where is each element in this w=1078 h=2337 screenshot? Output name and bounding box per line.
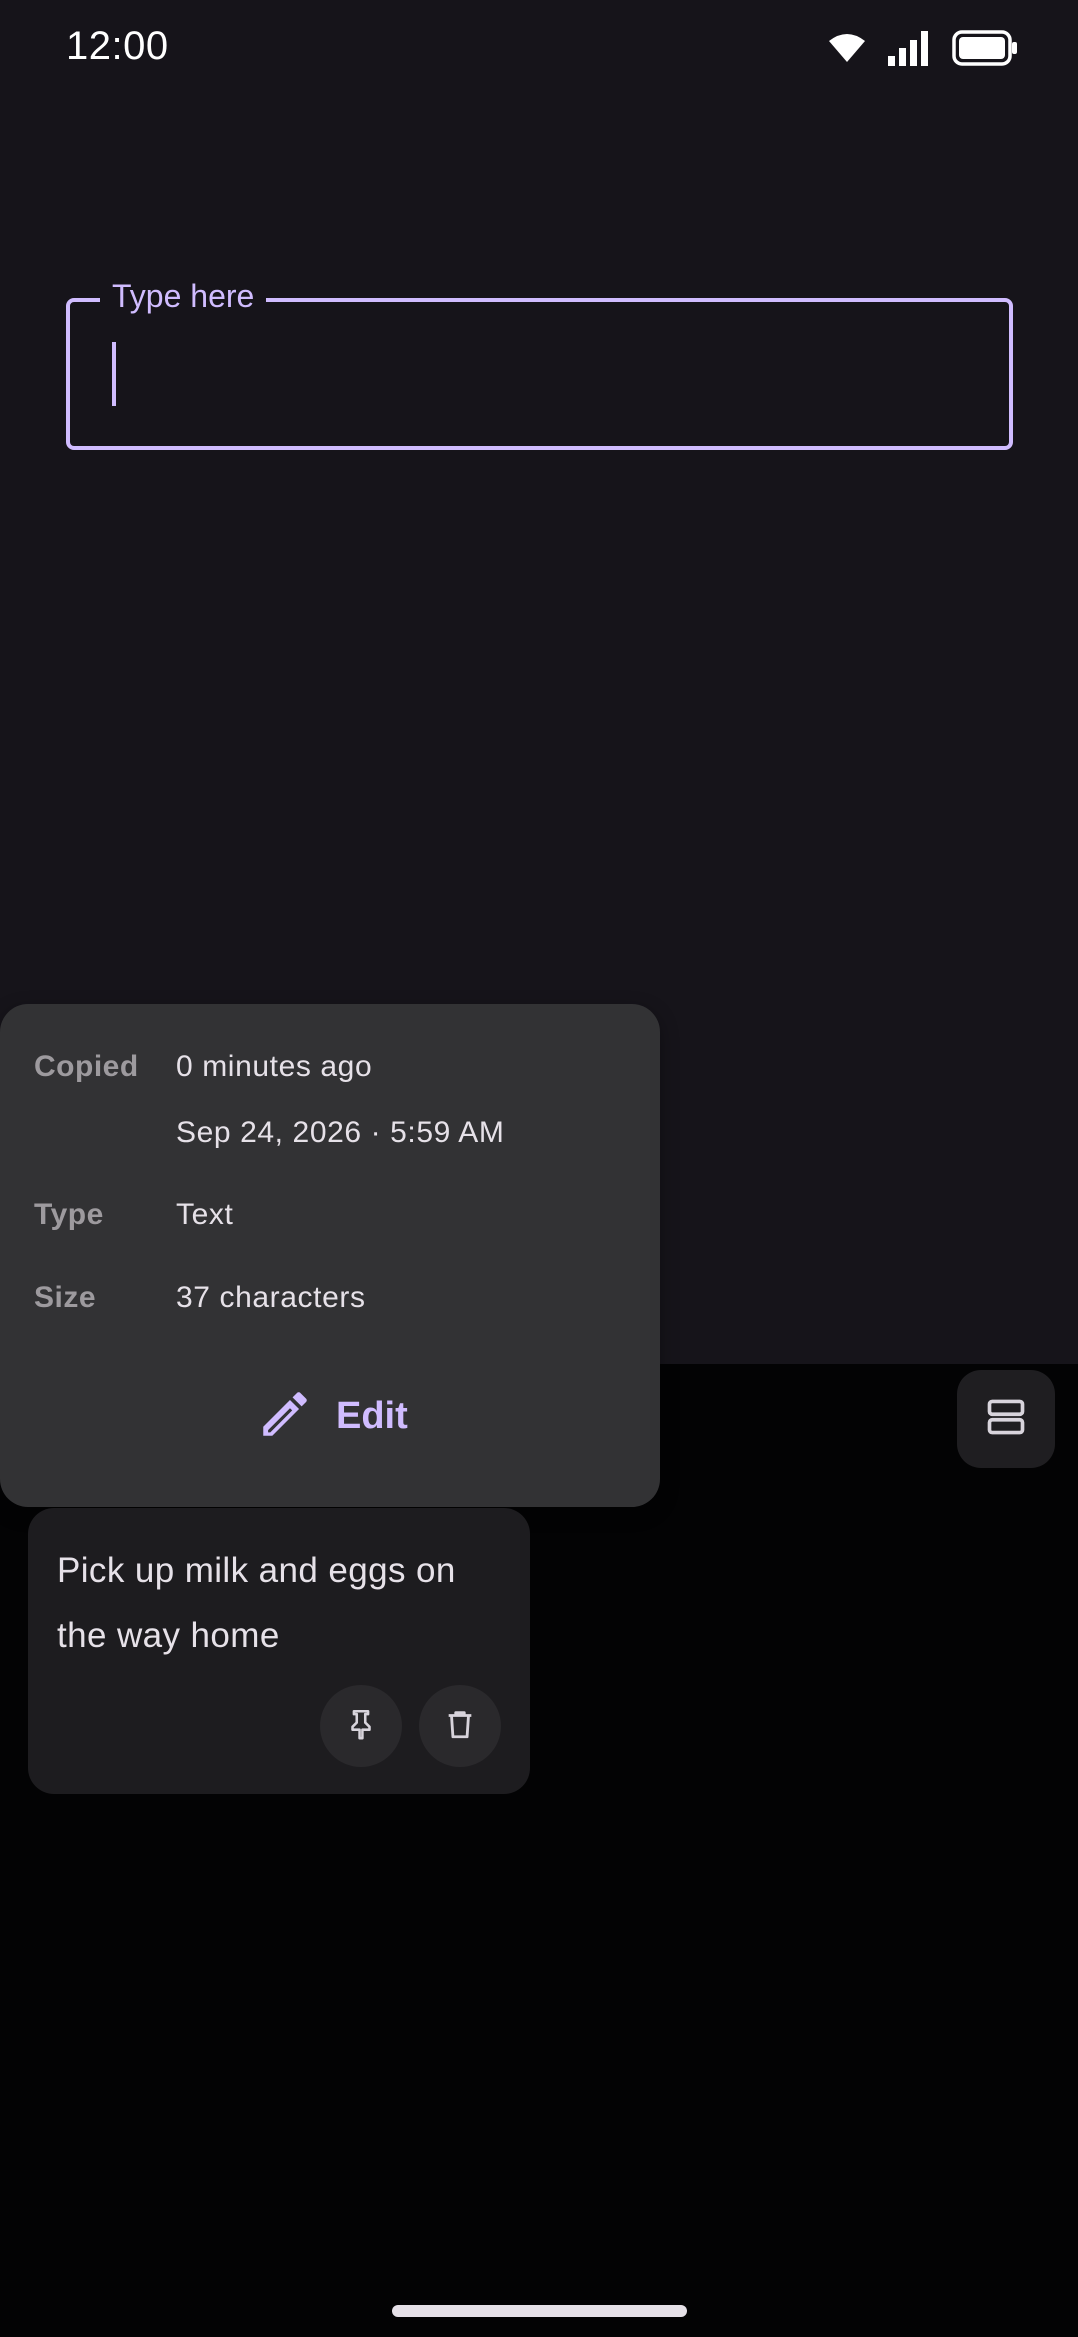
status-icons <box>828 30 1018 66</box>
clip-text: Pick up milk and eggs on the way home <box>57 1551 456 1655</box>
edit-button[interactable]: Edit <box>256 1382 408 1450</box>
type-value: Text <box>176 1198 234 1231</box>
gesture-navigation-bar[interactable] <box>392 2305 687 2317</box>
clip-details-popup: Copied 0 minutes ago Sep 24, 2026 · 5:59… <box>0 1004 660 1507</box>
copied-datetime: Sep 24, 2026 · 5:59 AM <box>176 1116 505 1149</box>
delete-icon <box>443 1707 477 1746</box>
type-label: Type <box>34 1198 104 1231</box>
text-input-label: Type here <box>100 276 267 316</box>
text-cursor <box>112 342 116 406</box>
layout-toggle-button[interactable] <box>957 1370 1055 1468</box>
text-input-field[interactable]: Type here <box>66 276 1013 450</box>
pin-button[interactable] <box>320 1685 402 1767</box>
copied-label: Copied <box>34 1050 139 1083</box>
copied-relative-time: 0 minutes ago <box>176 1050 373 1083</box>
size-label: Size <box>34 1281 97 1314</box>
status-time: 12:00 <box>66 24 169 68</box>
edit-label: Edit <box>336 1394 408 1437</box>
pencil-icon <box>256 1385 314 1448</box>
clip-card[interactable]: Pick up milk and eggs on the way home <box>28 1508 530 1794</box>
status-bar: 12:00 <box>0 0 1078 96</box>
pin-icon <box>344 1707 378 1746</box>
cellular-signal-icon <box>888 30 930 66</box>
view-agenda-icon <box>984 1395 1028 1444</box>
battery-icon <box>952 30 1018 66</box>
delete-button[interactable] <box>419 1685 501 1767</box>
text-input[interactable] <box>110 342 970 406</box>
size-value: 37 characters <box>176 1281 366 1314</box>
wifi-icon <box>828 33 866 63</box>
